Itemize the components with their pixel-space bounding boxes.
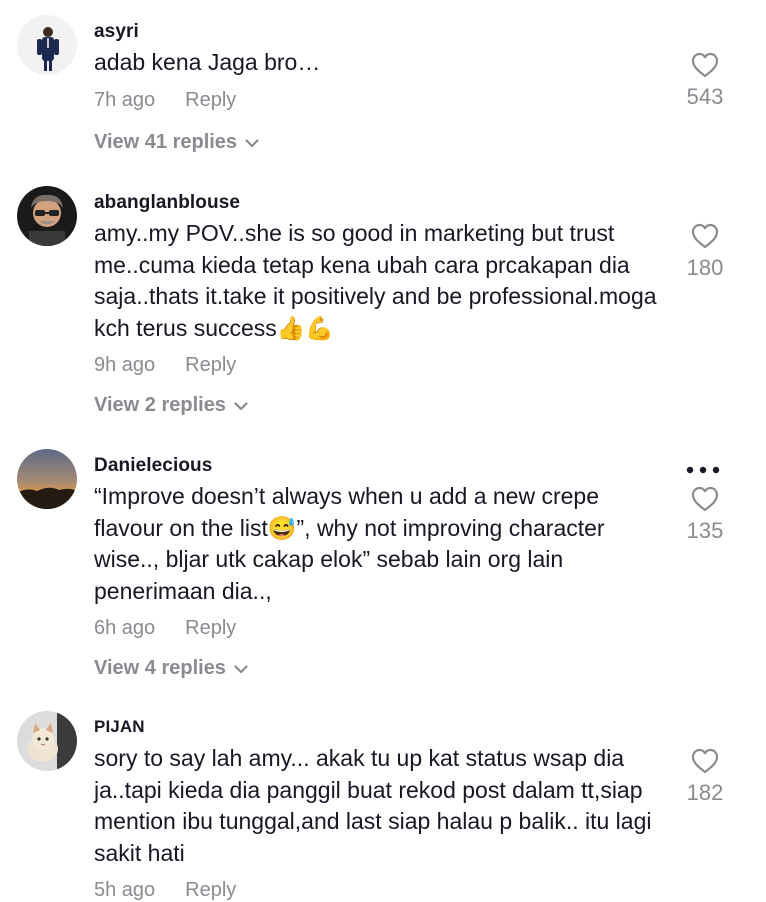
comment-text: “Improve doesn’t always when u add a new…: [94, 483, 605, 604]
chevron-down-icon: [234, 394, 248, 417]
comment-text: amy..my POV..she is so good in marketing…: [94, 220, 657, 341]
comment-meta: 7h ago Reply: [94, 89, 236, 112]
avatar[interactable]: [17, 15, 77, 75]
view-replies-button[interactable]: View 2 replies: [94, 394, 248, 417]
comment-meta: 6h ago Reply: [94, 617, 236, 640]
view-replies-label: View 41 replies: [94, 131, 238, 153]
heart-outline-icon: [691, 52, 719, 78]
chevron-down-icon: [245, 131, 259, 154]
comment-meta: 5h ago Reply: [94, 879, 236, 902]
comment-username[interactable]: asyri: [94, 21, 139, 43]
comment-username[interactable]: abanglanblouse: [94, 192, 240, 214]
chevron-down-icon: [234, 657, 248, 680]
comment-text: adab kena Jaga bro…: [94, 49, 321, 75]
comment-text: sory to say lah amy... akak tu up kat st…: [94, 745, 652, 866]
heart-outline-icon: [691, 223, 719, 249]
reply-button[interactable]: Reply: [185, 617, 236, 639]
like-count: 180: [686, 255, 724, 280]
view-replies-button[interactable]: View 4 replies: [94, 657, 248, 680]
like-button[interactable]: 543: [678, 52, 732, 110]
like-button[interactable]: 180: [678, 223, 732, 281]
comment-meta: 9h ago Reply: [94, 354, 236, 377]
heart-outline-icon: [691, 486, 719, 512]
like-count: 182: [686, 780, 724, 805]
view-replies-label: View 4 replies: [94, 657, 226, 679]
view-replies-button[interactable]: View 41 replies: [94, 131, 259, 154]
comment-time: 7h ago: [94, 89, 156, 111]
avatar-image: [17, 449, 77, 509]
avatar[interactable]: [17, 449, 77, 509]
comment-username[interactable]: PIJAN: [94, 717, 145, 737]
view-replies-label: View 2 replies: [94, 394, 226, 416]
heart-outline-icon: [691, 748, 719, 774]
avatar[interactable]: [17, 186, 77, 246]
like-count: 543: [686, 84, 724, 109]
avatar-image: [17, 15, 77, 75]
comment-time: 9h ago: [94, 354, 156, 376]
like-count: 135: [686, 518, 724, 543]
reply-button[interactable]: Reply: [185, 89, 236, 111]
avatar-image: [17, 711, 77, 771]
comment-username[interactable]: Danielecious: [94, 455, 212, 477]
comment-time: 6h ago: [94, 617, 156, 639]
avatar[interactable]: [17, 711, 77, 771]
avatar-image: [17, 186, 77, 246]
more-dots-icon: [686, 466, 720, 474]
like-button[interactable]: 135: [678, 486, 732, 544]
reply-button[interactable]: Reply: [185, 354, 236, 376]
more-options-button[interactable]: [686, 460, 720, 474]
like-button[interactable]: 182: [678, 748, 732, 806]
